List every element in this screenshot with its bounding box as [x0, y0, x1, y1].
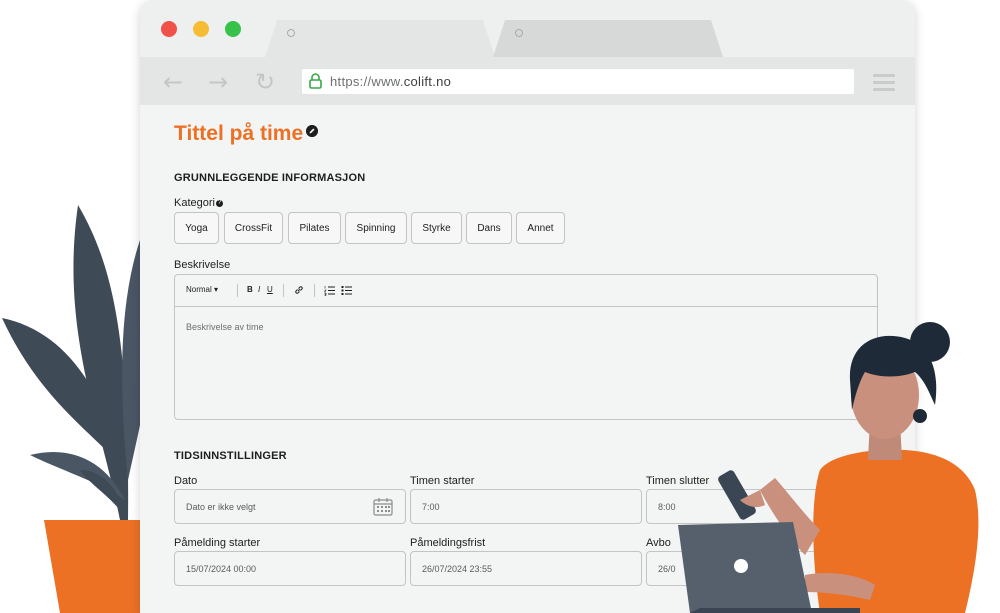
- person-illustration: [678, 322, 979, 613]
